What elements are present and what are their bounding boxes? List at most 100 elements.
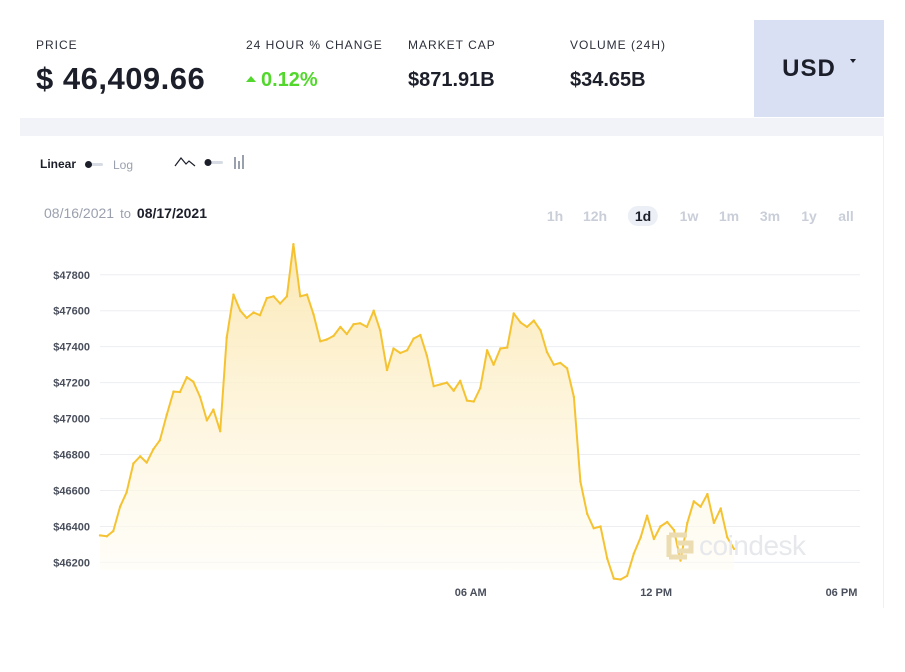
- data-point: [358, 322, 362, 325]
- market-cap-label: MARKET CAP: [408, 38, 496, 52]
- candlestick-chart-icon[interactable]: [234, 155, 244, 169]
- data-point: [692, 500, 695, 503]
- data-point: [232, 293, 235, 296]
- data-point: [178, 390, 182, 394]
- section-divider: [20, 118, 884, 136]
- data-point: [599, 525, 602, 528]
- data-point: [592, 527, 595, 530]
- y-tick-label: $47400: [53, 342, 90, 354]
- data-point: [532, 319, 535, 322]
- data-point: [539, 329, 542, 332]
- range-1y[interactable]: 1y: [801, 208, 817, 224]
- range-1w[interactable]: 1w: [680, 208, 699, 224]
- data-point: [412, 337, 415, 340]
- range-all[interactable]: all: [838, 208, 854, 224]
- data-point: [652, 537, 656, 541]
- data-point: [225, 336, 228, 339]
- x-tick-label: 06 AM: [455, 587, 487, 599]
- y-tick-label: $46200: [53, 557, 90, 569]
- data-point: [139, 455, 142, 458]
- volume-value: $34.65B: [570, 69, 646, 91]
- data-point: [439, 383, 442, 386]
- data-point: [272, 295, 275, 298]
- scale-switch[interactable]: [85, 161, 103, 168]
- y-tick-label: $47800: [53, 270, 90, 282]
- data-point: [639, 536, 642, 539]
- data-point: [485, 349, 489, 352]
- data-point: [579, 480, 582, 483]
- data-point: [239, 309, 242, 312]
- data-point: [492, 363, 495, 366]
- data-point: [258, 314, 262, 317]
- price-stat: PRICE $ 46,409.66: [36, 38, 205, 97]
- data-point: [459, 379, 462, 382]
- data-point: [158, 439, 162, 442]
- data-point: [212, 408, 215, 411]
- data-point: [625, 574, 629, 578]
- currency-dropdown[interactable]: USD: [754, 20, 884, 117]
- data-point: [619, 578, 622, 581]
- data-point: [185, 376, 188, 379]
- data-point: [105, 535, 109, 538]
- range-selector: 1h 12h 1d 1w 1m 3m 1y all: [0, 206, 905, 230]
- data-point: [606, 557, 609, 560]
- data-point: [699, 505, 702, 508]
- data-point: [465, 399, 469, 402]
- data-point: [506, 346, 509, 349]
- chart-type-svg: [174, 155, 244, 169]
- range-3m[interactable]: 3m: [760, 208, 780, 224]
- y-axis: $46200 $46400 $46600 $46800 $47000 $47200 $474…: [53, 270, 90, 570]
- watermark-text: coindesk: [699, 530, 806, 561]
- data-point: [299, 295, 302, 298]
- scale-toggle[interactable]: Linear Log: [40, 157, 133, 172]
- y-tick-label: $47200: [53, 378, 90, 390]
- data-point: [512, 312, 515, 315]
- data-point: [392, 347, 395, 350]
- chart-type-switch[interactable]: [204, 159, 224, 166]
- range-1m[interactable]: 1m: [719, 208, 739, 224]
- data-point: [545, 350, 549, 354]
- data-point: [385, 368, 389, 372]
- volume-label: VOLUME (24H): [570, 38, 667, 52]
- data-point: [472, 400, 475, 403]
- data-point: [425, 354, 429, 357]
- data-point: [252, 311, 255, 314]
- y-tick-label: $47000: [53, 414, 90, 426]
- data-point: [292, 243, 295, 246]
- data-point: [499, 347, 502, 350]
- data-point: [372, 309, 375, 312]
- chart-type-toggle[interactable]: [173, 152, 253, 179]
- data-point: [405, 349, 409, 352]
- x-tick-label: 12 PM: [640, 587, 672, 599]
- up-arrow-icon: [246, 75, 256, 82]
- data-point: [559, 361, 562, 365]
- change-label: 24 HOUR % CHANGE: [246, 38, 383, 52]
- x-tick-label: 06 PM: [826, 587, 858, 599]
- data-point: [352, 323, 355, 326]
- scale-log-label[interactable]: Log: [113, 158, 133, 172]
- y-tick-label: $46600: [53, 486, 90, 498]
- range-1h[interactable]: 1h: [547, 208, 563, 224]
- range-1d[interactable]: 1d: [627, 206, 659, 226]
- data-point: [305, 293, 309, 296]
- data-point: [432, 385, 435, 388]
- data-point: [312, 313, 315, 316]
- scale-linear-label[interactable]: Linear: [40, 157, 76, 171]
- price-label: PRICE: [36, 38, 78, 52]
- data-point: [319, 340, 322, 343]
- chevron-down-icon: [849, 58, 856, 63]
- data-point: [452, 389, 455, 392]
- data-point: [666, 520, 669, 524]
- line-chart-icon[interactable]: [174, 157, 196, 167]
- y-tick-label: $46400: [53, 521, 90, 533]
- range-12h[interactable]: 12h: [583, 208, 607, 224]
- data-point: [612, 577, 615, 580]
- volume-stat: VOLUME (24H) $34.65B: [570, 38, 666, 92]
- data-point: [152, 448, 155, 451]
- change-stat: 24 HOUR % CHANGE 0.12%: [246, 38, 383, 92]
- x-axis: 06 AM 12 PM 06 PM: [455, 587, 858, 599]
- data-point: [719, 507, 722, 510]
- data-point: [712, 521, 716, 525]
- data-point: [165, 413, 168, 417]
- change-value-wrap: 0.12%: [246, 69, 383, 92]
